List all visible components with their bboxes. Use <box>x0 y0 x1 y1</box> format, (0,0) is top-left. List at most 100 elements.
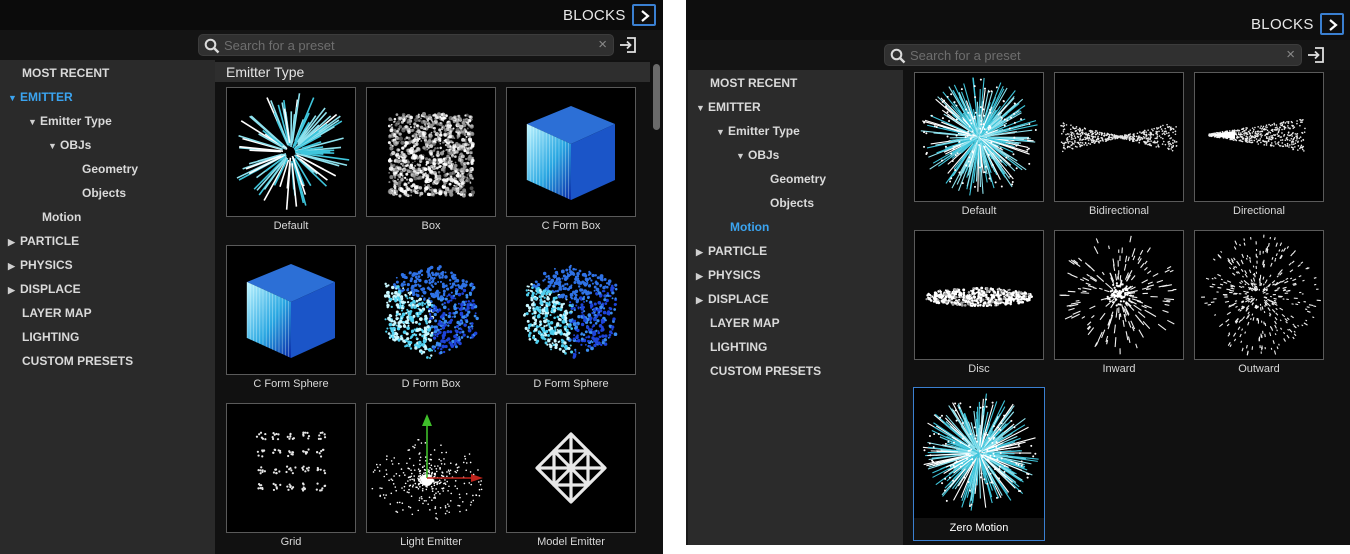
tree-item-most-recent[interactable]: MOST RECENT <box>10 65 109 81</box>
box-thumbnail <box>387 112 476 198</box>
preset-tile-zero-motion[interactable]: Zero Motion <box>913 387 1045 541</box>
section-header: Emitter Type <box>215 62 650 82</box>
tree-item-motion[interactable]: Motion <box>30 209 81 225</box>
search-input[interactable] <box>224 36 587 54</box>
search-icon <box>890 48 906 64</box>
y-axis-arrow <box>422 414 432 426</box>
caret-right-icon: ▶ <box>8 285 15 295</box>
close-icon[interactable]: × <box>598 36 607 53</box>
search-bar: × <box>686 40 1350 70</box>
preset-tile-grid[interactable]: Grid <box>226 403 356 553</box>
import-icon[interactable] <box>1307 46 1325 64</box>
blocks-toggle-button[interactable] <box>1320 13 1344 35</box>
preset-tile-c-form-sphere[interactable]: C Form Sphere <box>226 245 356 395</box>
preset-label: Default <box>961 205 997 217</box>
preset-tile-inward[interactable]: Inward <box>1054 230 1184 380</box>
tree-item-geometry[interactable]: Geometry <box>758 171 826 187</box>
preset-thumbnail <box>366 403 496 533</box>
scrollbar-track[interactable] <box>653 62 660 554</box>
chevron-right-icon <box>1329 19 1338 31</box>
preset-tile-light-emitter[interactable]: Light Emitter <box>366 403 496 553</box>
scrollbar-thumb[interactable] <box>653 64 660 130</box>
category-tree: MOST RECENT ▼ EMITTER ▼ Emitter Type ▼ OBJs… <box>688 70 903 545</box>
search-box: × <box>884 44 1302 66</box>
directional-thumbnail <box>1208 118 1306 152</box>
preset-label: Bidirectional <box>1089 205 1149 217</box>
preset-tile-default[interactable]: Default <box>226 87 356 237</box>
tree-item-geometry[interactable]: Geometry <box>70 161 138 177</box>
preset-tile-disc[interactable]: Disc <box>914 230 1044 380</box>
search-input[interactable] <box>910 46 1275 64</box>
search-box: × <box>198 34 614 56</box>
tree-item-emitter-type[interactable]: ▼ Emitter Type <box>28 113 112 129</box>
tree-item-layer-map[interactable]: LAYER MAP <box>698 315 780 331</box>
preset-tile-c-form-box[interactable]: C Form Box <box>506 87 636 237</box>
tree-item-displace[interactable]: ▶ DISPLACE <box>8 281 81 297</box>
preset-label: C Form Sphere <box>253 378 329 390</box>
preset-thumbnail <box>366 87 496 217</box>
caret-down-icon: ▼ <box>48 141 57 151</box>
grid-thumbnail <box>255 431 327 492</box>
caret-right-icon: ▶ <box>696 271 703 281</box>
caret-down-icon: ▼ <box>716 127 725 137</box>
preset-label: Disc <box>968 363 990 375</box>
tree-item-most-recent[interactable]: MOST RECENT <box>698 75 797 91</box>
chevron-right-icon <box>641 10 650 22</box>
tree-item-custom-presets[interactable]: CUSTOM PRESETS <box>10 353 133 369</box>
tree-item-particle[interactable]: ▶ PARTICLE <box>696 243 767 259</box>
outward-thumbnail <box>1201 234 1321 356</box>
caret-right-icon: ▶ <box>696 247 703 257</box>
preset-thumbnail <box>226 87 356 217</box>
tree-item-layer-map[interactable]: LAYER MAP <box>10 305 92 321</box>
caret-down-icon: ▼ <box>696 103 705 113</box>
tree-item-custom-presets[interactable]: CUSTOM PRESETS <box>698 363 821 379</box>
import-icon[interactable] <box>619 36 637 54</box>
preset-label: D Form Sphere <box>533 378 609 390</box>
tree-item-motion[interactable]: Motion <box>718 219 769 235</box>
caret-right-icon: ▶ <box>8 261 15 271</box>
tree-item-particle[interactable]: ▶ PARTICLE <box>8 233 79 249</box>
preset-label: Model Emitter <box>537 536 605 548</box>
cube-thumbnail <box>246 264 335 358</box>
tree-item-objs[interactable]: ▼ OBJs <box>48 137 91 153</box>
preset-tile-box[interactable]: Box <box>366 87 496 237</box>
preset-thumbnail <box>914 230 1044 360</box>
preset-tile-d-form-box[interactable]: D Form Box <box>366 245 496 395</box>
preset-thumbnail <box>1194 230 1324 360</box>
tree-item-objects[interactable]: Objects <box>758 195 814 211</box>
preset-tile-outward[interactable]: Outward <box>1194 230 1324 380</box>
preset-label: Outward <box>1238 363 1280 375</box>
preset-tile-model-emitter[interactable]: Model Emitter <box>506 403 636 553</box>
blocks-panel-right: BLOCKS × MOST RECENT ▼EMITTER ▼Emitter T… <box>686 0 1350 545</box>
tree-item-emitter[interactable]: ▼ EMITTER <box>696 99 761 115</box>
blocks-toggle-button[interactable] <box>632 4 656 26</box>
tree-item-physics[interactable]: ▶ PHYSICS <box>696 267 761 283</box>
light-emitter-thumbnail <box>371 414 483 520</box>
blocks-header: BLOCKS <box>686 0 1350 40</box>
tree-item-lighting[interactable]: LIGHTING <box>698 339 767 355</box>
blocks-title: BLOCKS <box>563 7 626 24</box>
tree-item-lighting[interactable]: LIGHTING <box>10 329 79 345</box>
preset-tile-d-form-sphere[interactable]: D Form Sphere <box>506 245 636 395</box>
cube-thumbnail <box>383 265 479 359</box>
preset-thumbnail <box>914 388 1044 518</box>
tree-item-objs[interactable]: ▼ OBJs <box>736 147 779 163</box>
bidirectional-thumbnail <box>1060 122 1178 153</box>
disc-thumbnail <box>925 286 1033 308</box>
tree-item-emitter[interactable]: ▼ EMITTER <box>8 89 73 105</box>
blocks-panel-left: BLOCKS × MOST RECENT ▼EMITTER ▼Emitter T… <box>0 0 663 554</box>
preset-tile-directional[interactable]: Directional <box>1194 72 1324 222</box>
tree-item-objects[interactable]: Objects <box>70 185 126 201</box>
cube-thumbnail <box>523 264 618 359</box>
tree-item-emitter-type[interactable]: ▼ Emitter Type <box>716 123 800 139</box>
tree-item-physics[interactable]: ▶ PHYSICS <box>8 257 73 273</box>
tree-item-displace[interactable]: ▶ DISPLACE <box>696 291 769 307</box>
preset-thumbnail <box>226 403 356 533</box>
preset-thumbnail <box>506 87 636 217</box>
preset-tile-bidirectional[interactable]: Bidirectional <box>1054 72 1184 222</box>
close-icon[interactable]: × <box>1286 46 1295 63</box>
preset-label: Light Emitter <box>400 536 462 548</box>
burst-thumbnail <box>236 93 350 210</box>
preset-thumbnail <box>366 245 496 375</box>
preset-tile-default[interactable]: Default <box>914 72 1044 222</box>
